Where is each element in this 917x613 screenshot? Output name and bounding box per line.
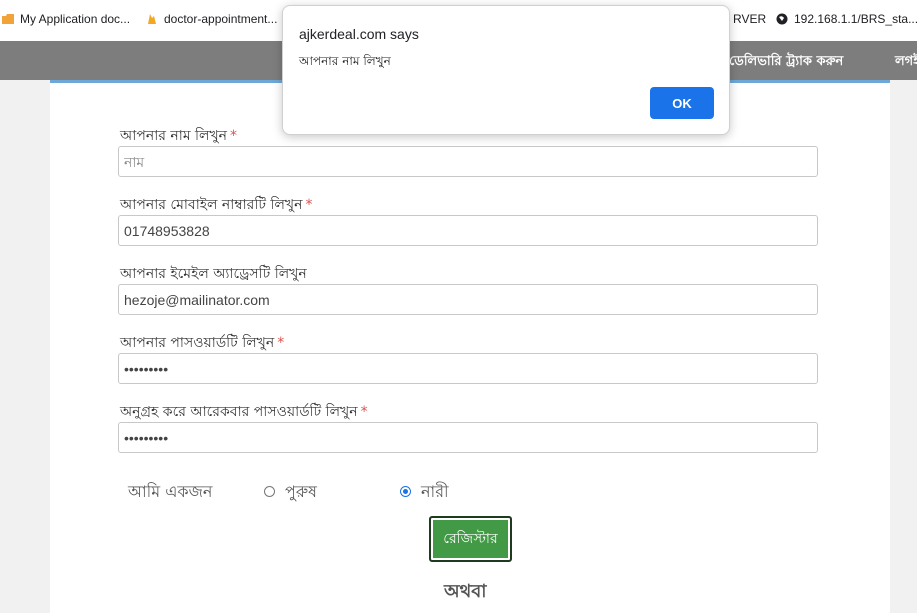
gender-female-option[interactable]: নারী [400,479,449,506]
radio-male[interactable] [264,486,275,497]
dialog-ok-button[interactable]: OK [650,87,714,119]
mobile-input[interactable] [118,215,818,246]
email-input[interactable] [118,284,818,315]
register-button[interactable]: রেজিস্টার [429,516,512,562]
bookmark-my-application[interactable]: My Application doc... [2,12,130,26]
globe-icon [776,13,788,25]
gender-male-option[interactable]: পুরুষ [264,479,317,506]
email-label: আপনার ইমেইল অ্যাড্রেসটি লিখুন [120,266,307,282]
gender-label: আমি একজন [128,482,213,501]
gender-male-label: পুরুষ [285,482,317,501]
dialog-title: ajkerdeal.com says [299,26,419,42]
password-input[interactable] [118,353,818,384]
nav-login[interactable]: লগই [895,52,917,73]
or-divider-text: অথবা [444,581,487,602]
gender-female-label: নারী [421,482,449,501]
required-mark: * [277,335,285,351]
required-mark: * [360,404,368,420]
radio-female[interactable] [400,486,411,497]
alert-dialog: ajkerdeal.com says আপনার নাম লিখুন OK [282,5,730,135]
nav-track-delivery[interactable]: ডেলিভারি ট্র্যাক করুন [729,52,843,73]
bookmark-server[interactable]: RVER [733,12,766,26]
firebase-icon [146,13,158,25]
mobile-label: আপনার মোবাইল নাম্বারটি লিখুন * [120,197,313,213]
dialog-message: আপনার নাম লিখুন [299,54,391,68]
bookmark-router[interactable]: 192.168.1.1/BRS_sta... [776,12,917,26]
name-input[interactable] [118,146,818,177]
folder-icon [2,13,14,25]
bookmark-doctor-appointment[interactable]: doctor-appointment... [146,12,277,26]
confirm-password-label: অনুগ্রহ করে আরেকবার পাসওয়ার্ডটি লিখুন * [120,404,368,420]
required-mark: * [230,128,238,144]
name-label: আপনার নাম লিখুন * [120,128,238,144]
required-mark: * [305,197,313,213]
password-label: আপনার পাসওয়ার্ডটি লিখুন * [120,335,285,351]
confirm-password-input[interactable] [118,422,818,453]
